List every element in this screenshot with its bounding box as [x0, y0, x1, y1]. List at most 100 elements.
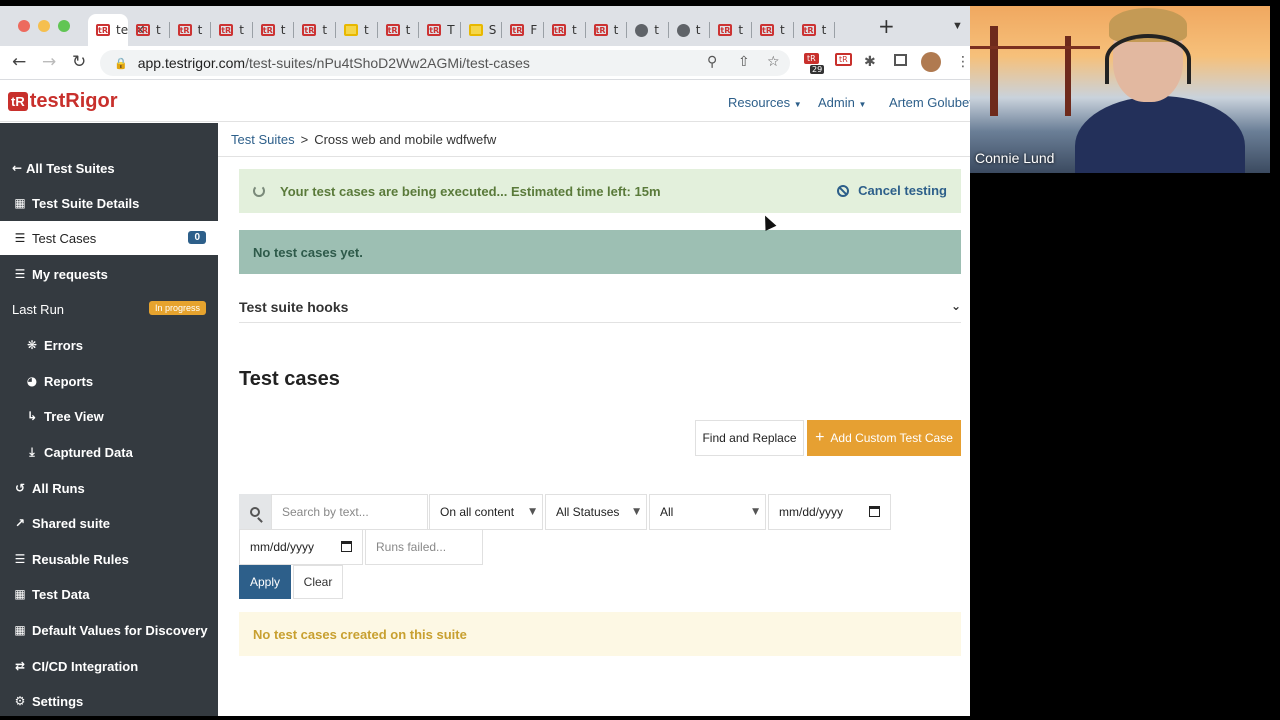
download-icon: ⤓ — [29, 444, 35, 459]
browser-tab[interactable]: tR t — [211, 14, 253, 46]
participant-name: Connie Lund — [975, 150, 1055, 166]
browser-tab[interactable]: t — [627, 14, 669, 46]
calendar-icon[interactable] — [869, 506, 880, 517]
new-tab-button[interactable]: + — [878, 16, 895, 36]
runs-failed-input[interactable]: Runs failed... — [365, 529, 483, 565]
table-icon: ▦ — [14, 623, 26, 637]
browser-tab[interactable]: tR t — [294, 14, 336, 46]
clear-button[interactable]: Clear — [293, 565, 343, 599]
sidebar-item-errors[interactable]: ❋ Errors — [0, 328, 218, 362]
back-arrow-icon[interactable]: ← — [12, 52, 26, 72]
browser-tab[interactable]: tR te × — [88, 14, 146, 46]
address-bar[interactable]: 🔒 app.testrigor.com/test-suites/nPu4tSho… — [100, 50, 790, 76]
testrigor-extension-2-icon[interactable]: tR — [835, 53, 852, 66]
cancel-testing-button[interactable]: Cancel testing — [837, 183, 947, 198]
forward-arrow-icon[interactable]: → — [42, 52, 56, 72]
browser-tab[interactable]: tR t — [253, 14, 295, 46]
cancel-testing-label: Cancel testing — [858, 183, 947, 198]
puzzle-extensions-icon[interactable]: ✱ — [864, 54, 876, 70]
sidebar-item-reusable-rules[interactable]: ☰ Reusable Rules — [0, 542, 218, 576]
tab-search-chevron-icon[interactable]: ▼ — [952, 20, 963, 32]
testrigor-logo[interactable]: tR testRigor — [8, 90, 118, 113]
sidebar-item-reports[interactable]: ◕ Reports — [0, 364, 218, 398]
sidebar-item-my-requests[interactable]: ☰ My requests — [0, 257, 218, 291]
profile-avatar[interactable] — [921, 52, 941, 72]
browser-tab[interactable]: tR t — [128, 14, 170, 46]
shuffle-icon: ⇄ — [14, 659, 26, 673]
browser-tab[interactable]: tR t — [710, 14, 752, 46]
status-badge: In progress — [148, 301, 206, 315]
add-custom-test-case-button[interactable]: + Add Custom Test Case — [807, 420, 961, 456]
gears-icon: ⚙ — [14, 694, 26, 708]
sidebar-item-label: Tree View — [44, 408, 104, 424]
close-window-button[interactable] — [18, 20, 30, 32]
reload-icon[interactable]: ↻ — [72, 52, 86, 72]
list-numbered-icon: ☰ — [14, 552, 26, 566]
tab-title: t — [239, 23, 244, 37]
calendar-icon[interactable] — [341, 541, 352, 552]
sidebar-item-shared-suite[interactable]: ↗ Shared suite — [0, 506, 218, 540]
minimize-window-button[interactable] — [38, 20, 50, 32]
sidebar-item-label: All Test Suites — [26, 160, 115, 176]
test-suite-hooks-toggle[interactable]: Test suite hooks ⌄ — [239, 291, 961, 323]
date-from-input[interactable]: mm/dd/yyyy — [768, 494, 891, 530]
sidebar-item-cicd-integration[interactable]: ⇄ CI/CD Integration — [0, 649, 218, 683]
browser-tab[interactable]: tR t — [752, 14, 794, 46]
browser-tab[interactable]: t — [669, 14, 711, 46]
sidebar-item-all-test-suites[interactable]: ← All Test Suites — [0, 151, 218, 185]
chevron-down-icon: ▼ — [793, 100, 802, 109]
browser-tab[interactable]: tR t — [544, 14, 586, 46]
search-input[interactable]: Search by text... — [271, 494, 428, 530]
sidebar-item-tree-view[interactable]: ↳ Tree View — [0, 399, 218, 433]
sidebar-item-settings[interactable]: ⚙ Settings — [0, 684, 218, 716]
search-button[interactable] — [239, 494, 271, 530]
url-host: app.testrigor.com — [137, 55, 246, 71]
sidebar-item-captured-data[interactable]: ⤓ Captured Data — [0, 435, 218, 469]
testrigor-icon: tR — [718, 24, 733, 36]
breadcrumb-current: Cross web and mobile wdfwefw — [314, 132, 497, 147]
browser-tab[interactable]: tR T — [419, 14, 461, 46]
sidebar-item-label: Default Values for Discovery — [32, 622, 208, 638]
browser-tab[interactable]: tR t — [794, 14, 836, 46]
testrigor-icon: tR — [552, 24, 566, 36]
nav-resources[interactable]: Resources ▼ — [728, 95, 802, 110]
share-icon[interactable]: ⇧ — [738, 54, 750, 70]
apply-button[interactable]: Apply — [239, 565, 291, 599]
sidebar-item-last-run[interactable]: Last Run In progress — [0, 292, 218, 326]
bookmark-star-icon[interactable]: ☆ — [767, 54, 780, 70]
date-to-input[interactable]: mm/dd/yyyy — [239, 529, 363, 565]
side-panel-icon[interactable] — [894, 54, 907, 66]
type-filter-value: All — [660, 505, 674, 519]
sidebar-item-test-cases[interactable]: ☰ Test Cases 0 — [0, 221, 218, 255]
nav-user[interactable]: Artem Golubev — [889, 95, 970, 110]
status-filter-select[interactable]: All Statuses ▼ — [545, 494, 647, 530]
browser-tab[interactable]: tR t — [170, 14, 212, 46]
find-and-replace-button[interactable]: Find and Replace — [695, 420, 804, 456]
chevron-down-icon: ▼ — [633, 507, 640, 517]
sidebar-item-default-values[interactable]: ▦ Default Values for Discovery — [0, 613, 218, 647]
type-filter-select[interactable]: All ▼ — [649, 494, 766, 530]
chevron-down-icon: ▼ — [752, 507, 759, 517]
breadcrumb-test-suites-link[interactable]: Test Suites — [231, 132, 295, 147]
sidebar-item-all-runs[interactable]: ↺ All Runs — [0, 471, 218, 505]
tab-title: t — [572, 23, 577, 37]
browser-tab[interactable]: tR F — [502, 14, 544, 46]
plus-icon: + — [815, 429, 825, 446]
nav-admin[interactable]: Admin ▼ — [818, 95, 866, 110]
page-title: Test cases — [239, 368, 340, 390]
kebab-menu-icon[interactable]: ⋮ — [956, 54, 970, 70]
content-filter-select[interactable]: On all content ▼ — [429, 494, 543, 530]
browser-tab[interactable]: S — [461, 14, 503, 46]
share-icon: ↗ — [14, 516, 26, 530]
browser-tab[interactable]: tR t — [586, 14, 628, 46]
arrow-left-icon: ← — [12, 161, 23, 175]
browser-tab[interactable]: tR t — [378, 14, 420, 46]
sidebar-item-test-suite-details[interactable]: ▦ Test Suite Details — [0, 186, 218, 220]
zoom-search-icon[interactable]: ⚲ — [707, 54, 717, 70]
maximize-window-button[interactable] — [58, 20, 70, 32]
tab-title: t — [821, 23, 827, 37]
sidebar-item-test-data[interactable]: ▦ Test Data — [0, 577, 218, 611]
browser-tab[interactable]: t — [336, 14, 378, 46]
testrigor-icon: tR — [760, 24, 774, 36]
testrigor-extension-icon[interactable]: tR — [804, 53, 819, 64]
